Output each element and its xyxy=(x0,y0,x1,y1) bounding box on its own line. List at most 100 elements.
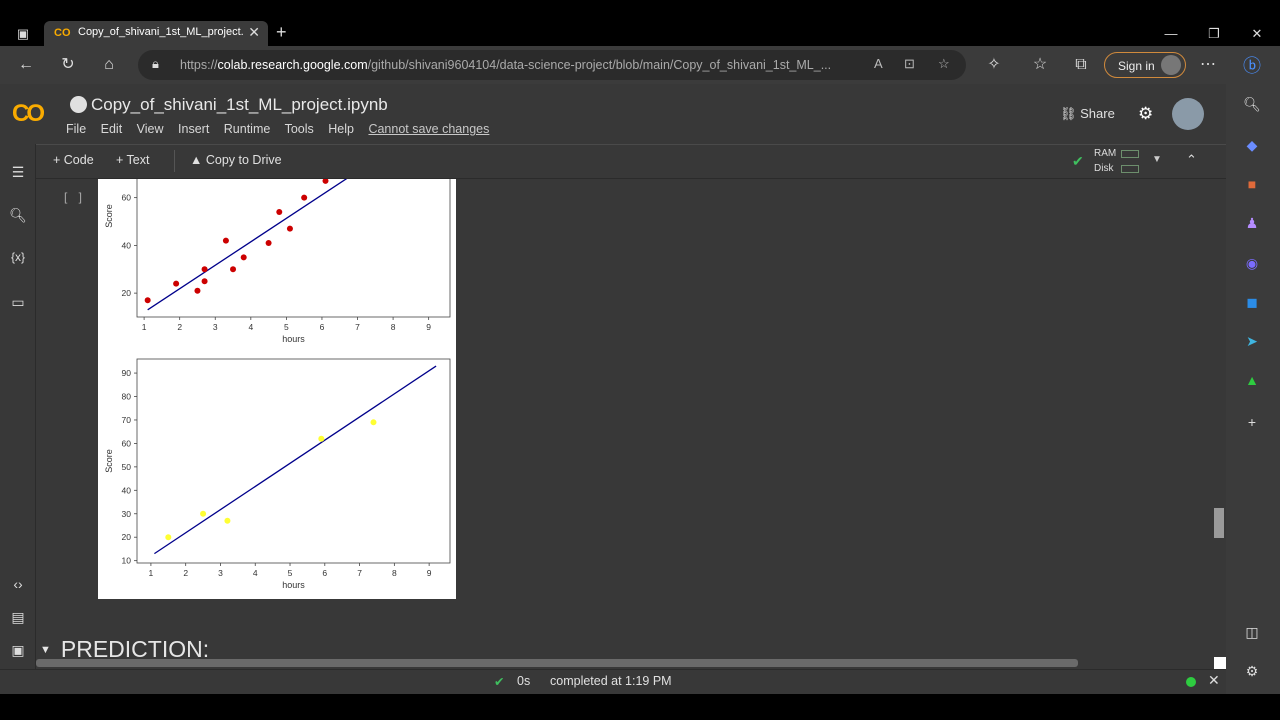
address-bar[interactable]: 🔒︎ https://colab.research.google.com/git… xyxy=(138,50,966,80)
add-code-button[interactable]: + Code xyxy=(53,153,94,167)
url-text: https://colab.research.google.com/github… xyxy=(180,58,832,72)
y-tick-label: 20 xyxy=(122,288,132,298)
section-heading-text: PREDICTION: xyxy=(60,636,210,662)
data-point xyxy=(322,177,329,184)
search-icon[interactable]: 🔍︎ xyxy=(8,207,28,224)
data-point xyxy=(224,517,231,524)
notebook-title[interactable]: Copy_of_shivani_1st_ML_project.ipynb xyxy=(91,95,388,115)
execution-duration: 0s xyxy=(517,674,531,688)
back-icon[interactable]: ← xyxy=(16,55,36,75)
outlook-icon[interactable]: ◼ xyxy=(1241,294,1263,311)
close-tab-icon[interactable]: ✕ xyxy=(248,24,260,41)
menu-file[interactable]: File xyxy=(66,122,86,136)
collections-icon[interactable]: ⧉ xyxy=(1071,55,1091,75)
data-point xyxy=(276,208,283,215)
close-window-icon[interactable]: ✕ xyxy=(1246,24,1268,44)
menu-insert[interactable]: Insert xyxy=(178,122,209,136)
extensions-icon[interactable]: ✧ xyxy=(984,55,1004,75)
bing-icon[interactable]: ⓑ xyxy=(1241,52,1263,78)
data-point xyxy=(301,194,308,201)
tab-title: Copy_of_shivani_1st_ML_project. xyxy=(78,26,244,38)
tree-icon[interactable]: ▲ xyxy=(1241,372,1263,388)
cannot-save-link[interactable]: Cannot save changes xyxy=(368,122,489,136)
favorite-star-icon[interactable]: ☆ xyxy=(938,56,950,72)
x-tick-label: 5 xyxy=(284,322,289,332)
data-point xyxy=(370,419,377,426)
y-axis-label: Score xyxy=(104,204,114,228)
sign-in-button[interactable]: Sign in xyxy=(1104,52,1186,78)
home-icon[interactable]: ⌂ xyxy=(99,55,119,75)
variables-icon[interactable]: {x} xyxy=(8,250,28,264)
x-tick-label: 4 xyxy=(253,568,258,578)
y-tick-label: 90 xyxy=(122,368,132,378)
menu-bar: File Edit View Insert Runtime Tools Help… xyxy=(66,122,500,136)
menu-help[interactable]: Help xyxy=(328,122,354,136)
vertical-scrollbar-thumb[interactable] xyxy=(1214,508,1224,538)
ram-meter[interactable] xyxy=(1121,150,1139,158)
search-sidebar-icon[interactable]: 🔍︎ xyxy=(1241,96,1263,113)
app-available-icon[interactable]: ⊡ xyxy=(904,56,915,72)
browser-tab[interactable]: CO Copy_of_shivani_1st_ML_project. ✕ xyxy=(44,21,268,46)
copilot-icon[interactable]: ◉ xyxy=(1241,255,1263,272)
share-button[interactable]: ⛓ Share xyxy=(1060,106,1115,122)
read-aloud-icon[interactable]: A xyxy=(874,56,883,71)
y-tick-label: 40 xyxy=(122,485,132,495)
files-folder-icon[interactable]: ▭ xyxy=(8,294,28,311)
copy-to-drive-button[interactable]: ▲ Copy to Drive xyxy=(190,153,282,167)
command-palette-icon[interactable]: ▤ xyxy=(8,609,28,626)
colab-logo[interactable]: CO xyxy=(12,100,45,128)
x-tick-label: 1 xyxy=(149,568,154,578)
terminal-icon[interactable]: ▣ xyxy=(8,642,28,659)
data-point xyxy=(165,534,172,541)
y-tick-label: 60 xyxy=(122,438,132,448)
menu-tools[interactable]: Tools xyxy=(285,122,314,136)
menu-edit[interactable]: Edit xyxy=(101,122,123,136)
add-text-button[interactable]: + Text xyxy=(116,153,149,167)
y-tick-label: 70 xyxy=(122,415,132,425)
code-snippets-icon[interactable]: ‹› xyxy=(8,576,28,592)
disk-meter[interactable] xyxy=(1121,165,1139,173)
sidebar-settings-icon[interactable]: ⚙ xyxy=(1241,663,1263,680)
data-point xyxy=(144,297,151,304)
data-point xyxy=(286,225,293,232)
x-tick-label: 2 xyxy=(183,568,188,578)
tools-briefcase-icon[interactable]: ■ xyxy=(1241,176,1263,192)
restore-icon[interactable]: ❐ xyxy=(1203,24,1225,44)
menu-view[interactable]: View xyxy=(137,122,164,136)
section-heading[interactable]: ▼ PREDICTION: xyxy=(40,636,209,663)
cell-run-bracket[interactable]: [ ] xyxy=(64,190,86,204)
collapse-section-icon[interactable]: ▼ xyxy=(40,644,51,656)
plots-svg: 1 2 3 4 5 6 7 8 9 20 40 60 hours Score 1 2 3 4 5 6 7 8 9 10 20 30… xyxy=(104,168,451,590)
hide-sidebar-icon[interactable]: ◫ xyxy=(1241,624,1263,641)
add-sidebar-icon[interactable]: + xyxy=(1241,414,1263,430)
games-icon[interactable]: ♟ xyxy=(1241,215,1263,232)
more-menu-icon[interactable]: ⋯ xyxy=(1198,55,1218,75)
new-tab-icon[interactable]: + xyxy=(276,22,287,43)
x-tick-label: 8 xyxy=(392,568,397,578)
lock-icon: 🔒︎ xyxy=(152,56,159,71)
y-tick-label: 50 xyxy=(122,462,132,472)
table-of-contents-icon[interactable]: ☰ xyxy=(8,164,28,181)
x-tick-label: 7 xyxy=(357,568,362,578)
x-tick-label: 5 xyxy=(288,568,293,578)
send-icon[interactable]: ➤ xyxy=(1241,333,1263,350)
minimize-icon[interactable]: — xyxy=(1160,24,1182,44)
data-point xyxy=(222,237,229,244)
refresh-icon[interactable]: ↻ xyxy=(58,55,78,75)
close-status-icon[interactable]: ✕ xyxy=(1208,672,1220,689)
x-tick-label: 8 xyxy=(391,322,396,332)
profile-avatar xyxy=(1161,55,1181,75)
shopping-tag-icon[interactable]: ◆ xyxy=(1241,137,1263,154)
favorites-icon[interactable]: ☆ xyxy=(1030,55,1050,75)
settings-gear-icon[interactable]: ⚙ xyxy=(1138,104,1153,124)
toolbar-divider xyxy=(174,150,175,172)
y-axis-label: Score xyxy=(104,449,114,473)
menu-runtime[interactable]: Runtime xyxy=(224,122,271,136)
tab-actions-icon[interactable]: ▣ xyxy=(12,24,34,44)
runtime-dropdown-icon[interactable]: ▼ xyxy=(1152,154,1162,165)
regression-line xyxy=(154,365,437,555)
collapse-header-icon[interactable]: ⌃ xyxy=(1186,152,1197,168)
x-axis-label: hours xyxy=(282,580,305,590)
execution-completed-text[interactable]: completed at 1:19 PM xyxy=(550,674,672,688)
user-avatar[interactable] xyxy=(1172,98,1204,130)
